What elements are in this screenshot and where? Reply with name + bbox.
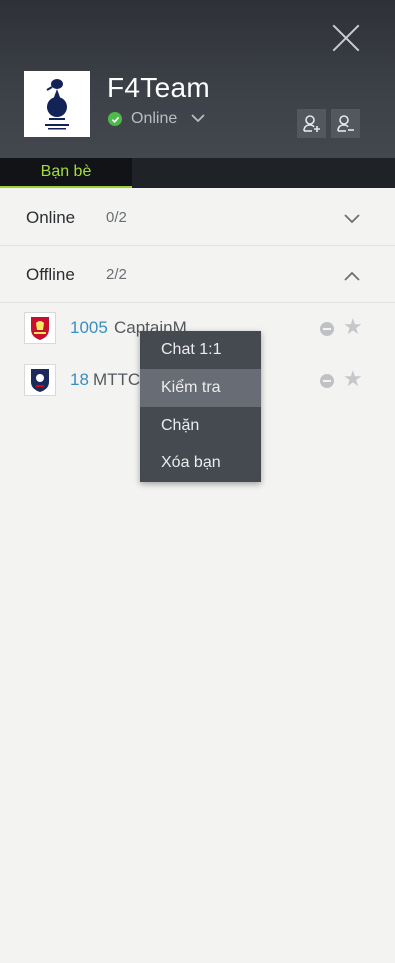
friend-name: MTTC [93,370,141,389]
team-name: F4Team [107,72,210,103]
team-avatar [24,71,90,137]
add-user-icon [302,114,320,132]
minus-circle-icon[interactable] [320,322,334,336]
section-online-count: 0/2 [106,209,127,226]
friend-level: 18 [70,370,89,389]
menu-item-block[interactable]: Chặn [140,407,261,445]
online-check-icon [108,112,122,126]
remove-user-icon [336,114,354,132]
add-friend-button[interactable] [297,109,326,138]
tab-friends[interactable]: Bạn bè [0,158,132,188]
tottenham-crest-icon [45,79,69,130]
status-dropdown[interactable]: Online [108,110,205,128]
menu-item-inspect[interactable]: Kiểm tra [140,368,261,407]
star-icon[interactable]: ★ [343,368,363,390]
france-crest-icon [24,364,56,396]
menu-item-chat[interactable]: Chat 1:1 [140,331,261,369]
divider [0,302,395,303]
remove-friend-button[interactable] [331,109,360,138]
profile-header: F4Team Online [0,0,395,158]
chevron-down-icon [344,211,360,229]
tab-bar: Bạn bè [0,158,395,188]
section-offline-count: 2/2 [106,266,127,283]
minus-circle-icon[interactable] [320,374,334,388]
chevron-down-icon [191,110,205,128]
section-offline-label: Offline [26,265,75,284]
chevron-up-icon [344,268,360,286]
status-label: Online [131,110,178,127]
section-offline[interactable]: Offline 2/2 [0,246,395,302]
friend-level: 1005 [70,318,108,337]
menu-item-remove-friend[interactable]: Xóa bạn [140,444,261,482]
close-icon[interactable] [330,22,362,54]
liverpool-crest-icon [24,312,56,344]
star-icon[interactable]: ★ [343,316,363,338]
section-online-label: Online [26,208,76,227]
section-online[interactable]: Online 0/2 [0,189,395,245]
friend-context-menu: Chat 1:1 Kiểm tra Chặn Xóa bạn [140,331,261,482]
